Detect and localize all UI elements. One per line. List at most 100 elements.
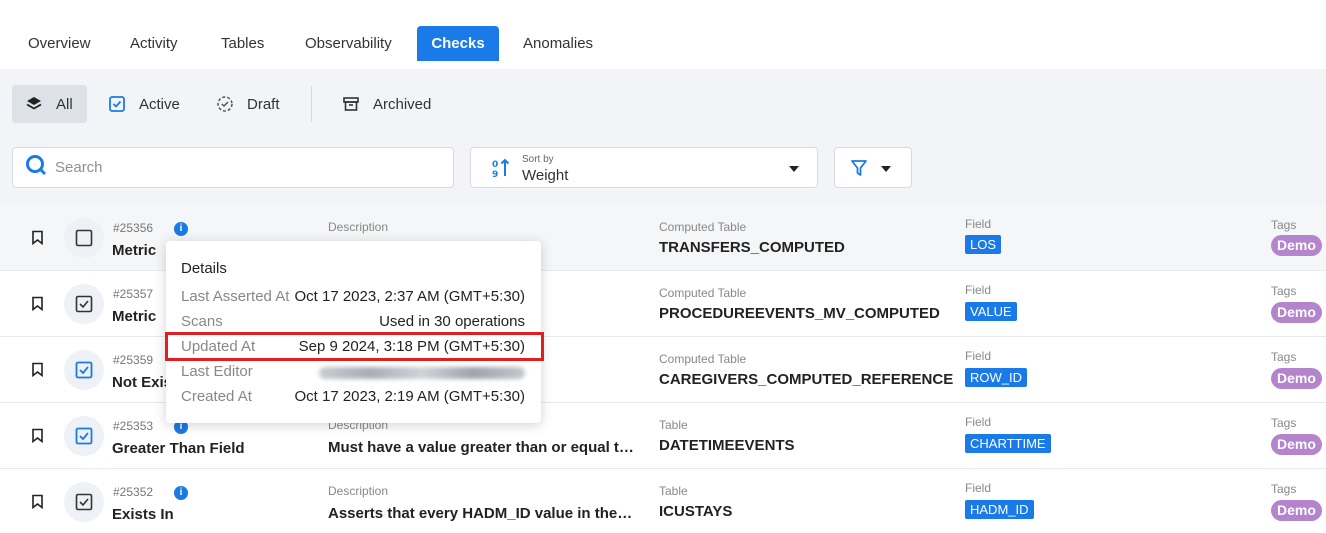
tag-badge: Demo (1271, 500, 1322, 521)
filter-draft-button[interactable]: Draft (203, 85, 292, 123)
scans-row: Scans Used in 30 operations (181, 313, 525, 333)
chevron-down-icon (789, 166, 799, 172)
table-name: PROCEDUREEVENTS_MV_COMPUTED (659, 305, 940, 322)
tab-overview[interactable]: Overview (16, 26, 103, 61)
table-name: CAREGIVERS_COMPUTED_REFERENCE (659, 371, 954, 388)
check-id: #25353 (113, 419, 154, 433)
field-badge: HADM_ID (965, 500, 1034, 519)
tag-badge: Demo (1271, 368, 1322, 389)
check-type-icon (64, 284, 104, 324)
sort-value: Weight (522, 167, 569, 184)
tab-tables[interactable]: Tables (209, 26, 276, 61)
table-row[interactable]: #25352 i Exists In Description Asserts t… (0, 469, 1326, 533)
redacted-editor (319, 367, 525, 379)
tab-observability[interactable]: Observability (293, 26, 404, 61)
info-icon[interactable]: i (174, 222, 188, 236)
bookmark-icon[interactable] (31, 296, 44, 316)
check-id: #25356 (113, 221, 154, 235)
info-icon[interactable]: i (174, 486, 188, 500)
layers-icon (24, 94, 44, 114)
description-label: Description (328, 220, 389, 234)
filter-dropdown[interactable] (834, 147, 912, 188)
field-badge: ROW_ID (965, 368, 1027, 387)
sort-label: Sort by (522, 154, 554, 165)
field-label: Field (965, 415, 992, 429)
tags-label: Tags (1271, 218, 1297, 232)
bookmark-icon[interactable] (31, 362, 44, 382)
sort-dropdown[interactable]: 09 Sort by Weight (470, 147, 818, 188)
tab-anomalies[interactable]: Anomalies (511, 26, 605, 61)
filter-all-button[interactable]: All (12, 85, 87, 123)
check-id: #25357 (113, 287, 154, 301)
archive-icon (341, 94, 361, 114)
highlight-box (165, 332, 544, 361)
field-badge: VALUE (965, 302, 1017, 321)
created-label: Created At (181, 388, 252, 405)
bookmark-icon[interactable] (31, 230, 44, 250)
created-row: Created At Oct 17 2023, 2:19 AM (GMT+5:3… (181, 388, 525, 408)
bookmark-icon[interactable] (31, 428, 44, 448)
created-value: Oct 17 2023, 2:19 AM (GMT+5:30) (294, 388, 525, 405)
divider (311, 86, 312, 122)
check-description: Must have a value greater than or equal … (328, 439, 634, 456)
field-label: Field (965, 283, 992, 297)
tab-bar: Overview Activity Tables Observability C… (0, 0, 1326, 69)
search-box (12, 147, 454, 188)
check-type-icon (64, 350, 104, 390)
table-label: Table (659, 418, 688, 432)
last-asserted-label: Last Asserted At (181, 288, 290, 305)
tag-badge: Demo (1271, 302, 1322, 323)
filter-archived-label: Archived (373, 95, 432, 113)
editor-row: Last Editor (181, 363, 525, 383)
table-label: Computed Table (659, 286, 747, 300)
check-name: Metric (112, 242, 157, 259)
tags-label: Tags (1271, 284, 1297, 298)
tag-badge: Demo (1271, 434, 1322, 455)
table-label: Computed Table (659, 220, 747, 234)
tab-checks[interactable]: Checks (417, 26, 499, 61)
checkbox-checked-icon (107, 94, 127, 114)
tags-label: Tags (1271, 482, 1297, 496)
filter-all-label: All (56, 95, 73, 113)
check-type-icon (64, 482, 104, 522)
bookmark-icon[interactable] (31, 494, 44, 514)
field-label: Field (965, 217, 992, 231)
search-input[interactable] (55, 159, 435, 176)
field-badge: CHARTTIME (965, 434, 1051, 453)
draft-circle-icon (215, 94, 235, 114)
popover-title: Details (181, 260, 227, 277)
description-label: Description (328, 484, 389, 498)
check-description: Asserts that every HADM_ID value in the … (328, 505, 634, 522)
check-name: Greater Than Field (112, 440, 245, 457)
filter-active-button[interactable]: Active (95, 85, 192, 123)
sort-numeric-icon: 09 (491, 158, 511, 183)
table-label: Table (659, 484, 688, 498)
tags-label: Tags (1271, 350, 1297, 364)
svg-text:9: 9 (492, 170, 498, 178)
chevron-down-icon (881, 166, 891, 172)
check-name: Metric (112, 308, 157, 325)
table-name: TRANSFERS_COMPUTED (659, 239, 845, 256)
check-id: #25352 (113, 485, 154, 499)
search-icon (25, 154, 47, 181)
tags-label: Tags (1271, 416, 1297, 430)
tag-badge: Demo (1271, 235, 1322, 256)
funnel-icon (850, 159, 868, 182)
filter-archived-button[interactable]: Archived (329, 85, 443, 123)
check-type-icon (64, 416, 104, 456)
scans-value: Used in 30 operations (379, 313, 525, 330)
table-name: ICUSTAYS (659, 503, 733, 520)
check-type-icon (64, 218, 104, 258)
scans-label: Scans (181, 313, 223, 330)
tab-activity[interactable]: Activity (118, 26, 190, 61)
check-id: #25359 (113, 353, 154, 367)
table-name: DATETIMEEVENTS (659, 437, 795, 454)
svg-text:0: 0 (492, 160, 498, 170)
check-name: Not Exis (112, 374, 173, 391)
last-asserted-row: Last Asserted At Oct 17 2023, 2:37 AM (G… (181, 288, 525, 308)
field-label: Field (965, 349, 992, 363)
filter-active-label: Active (139, 95, 180, 113)
filter-draft-label: Draft (247, 95, 280, 113)
table-label: Computed Table (659, 352, 747, 366)
field-label: Field (965, 481, 992, 495)
